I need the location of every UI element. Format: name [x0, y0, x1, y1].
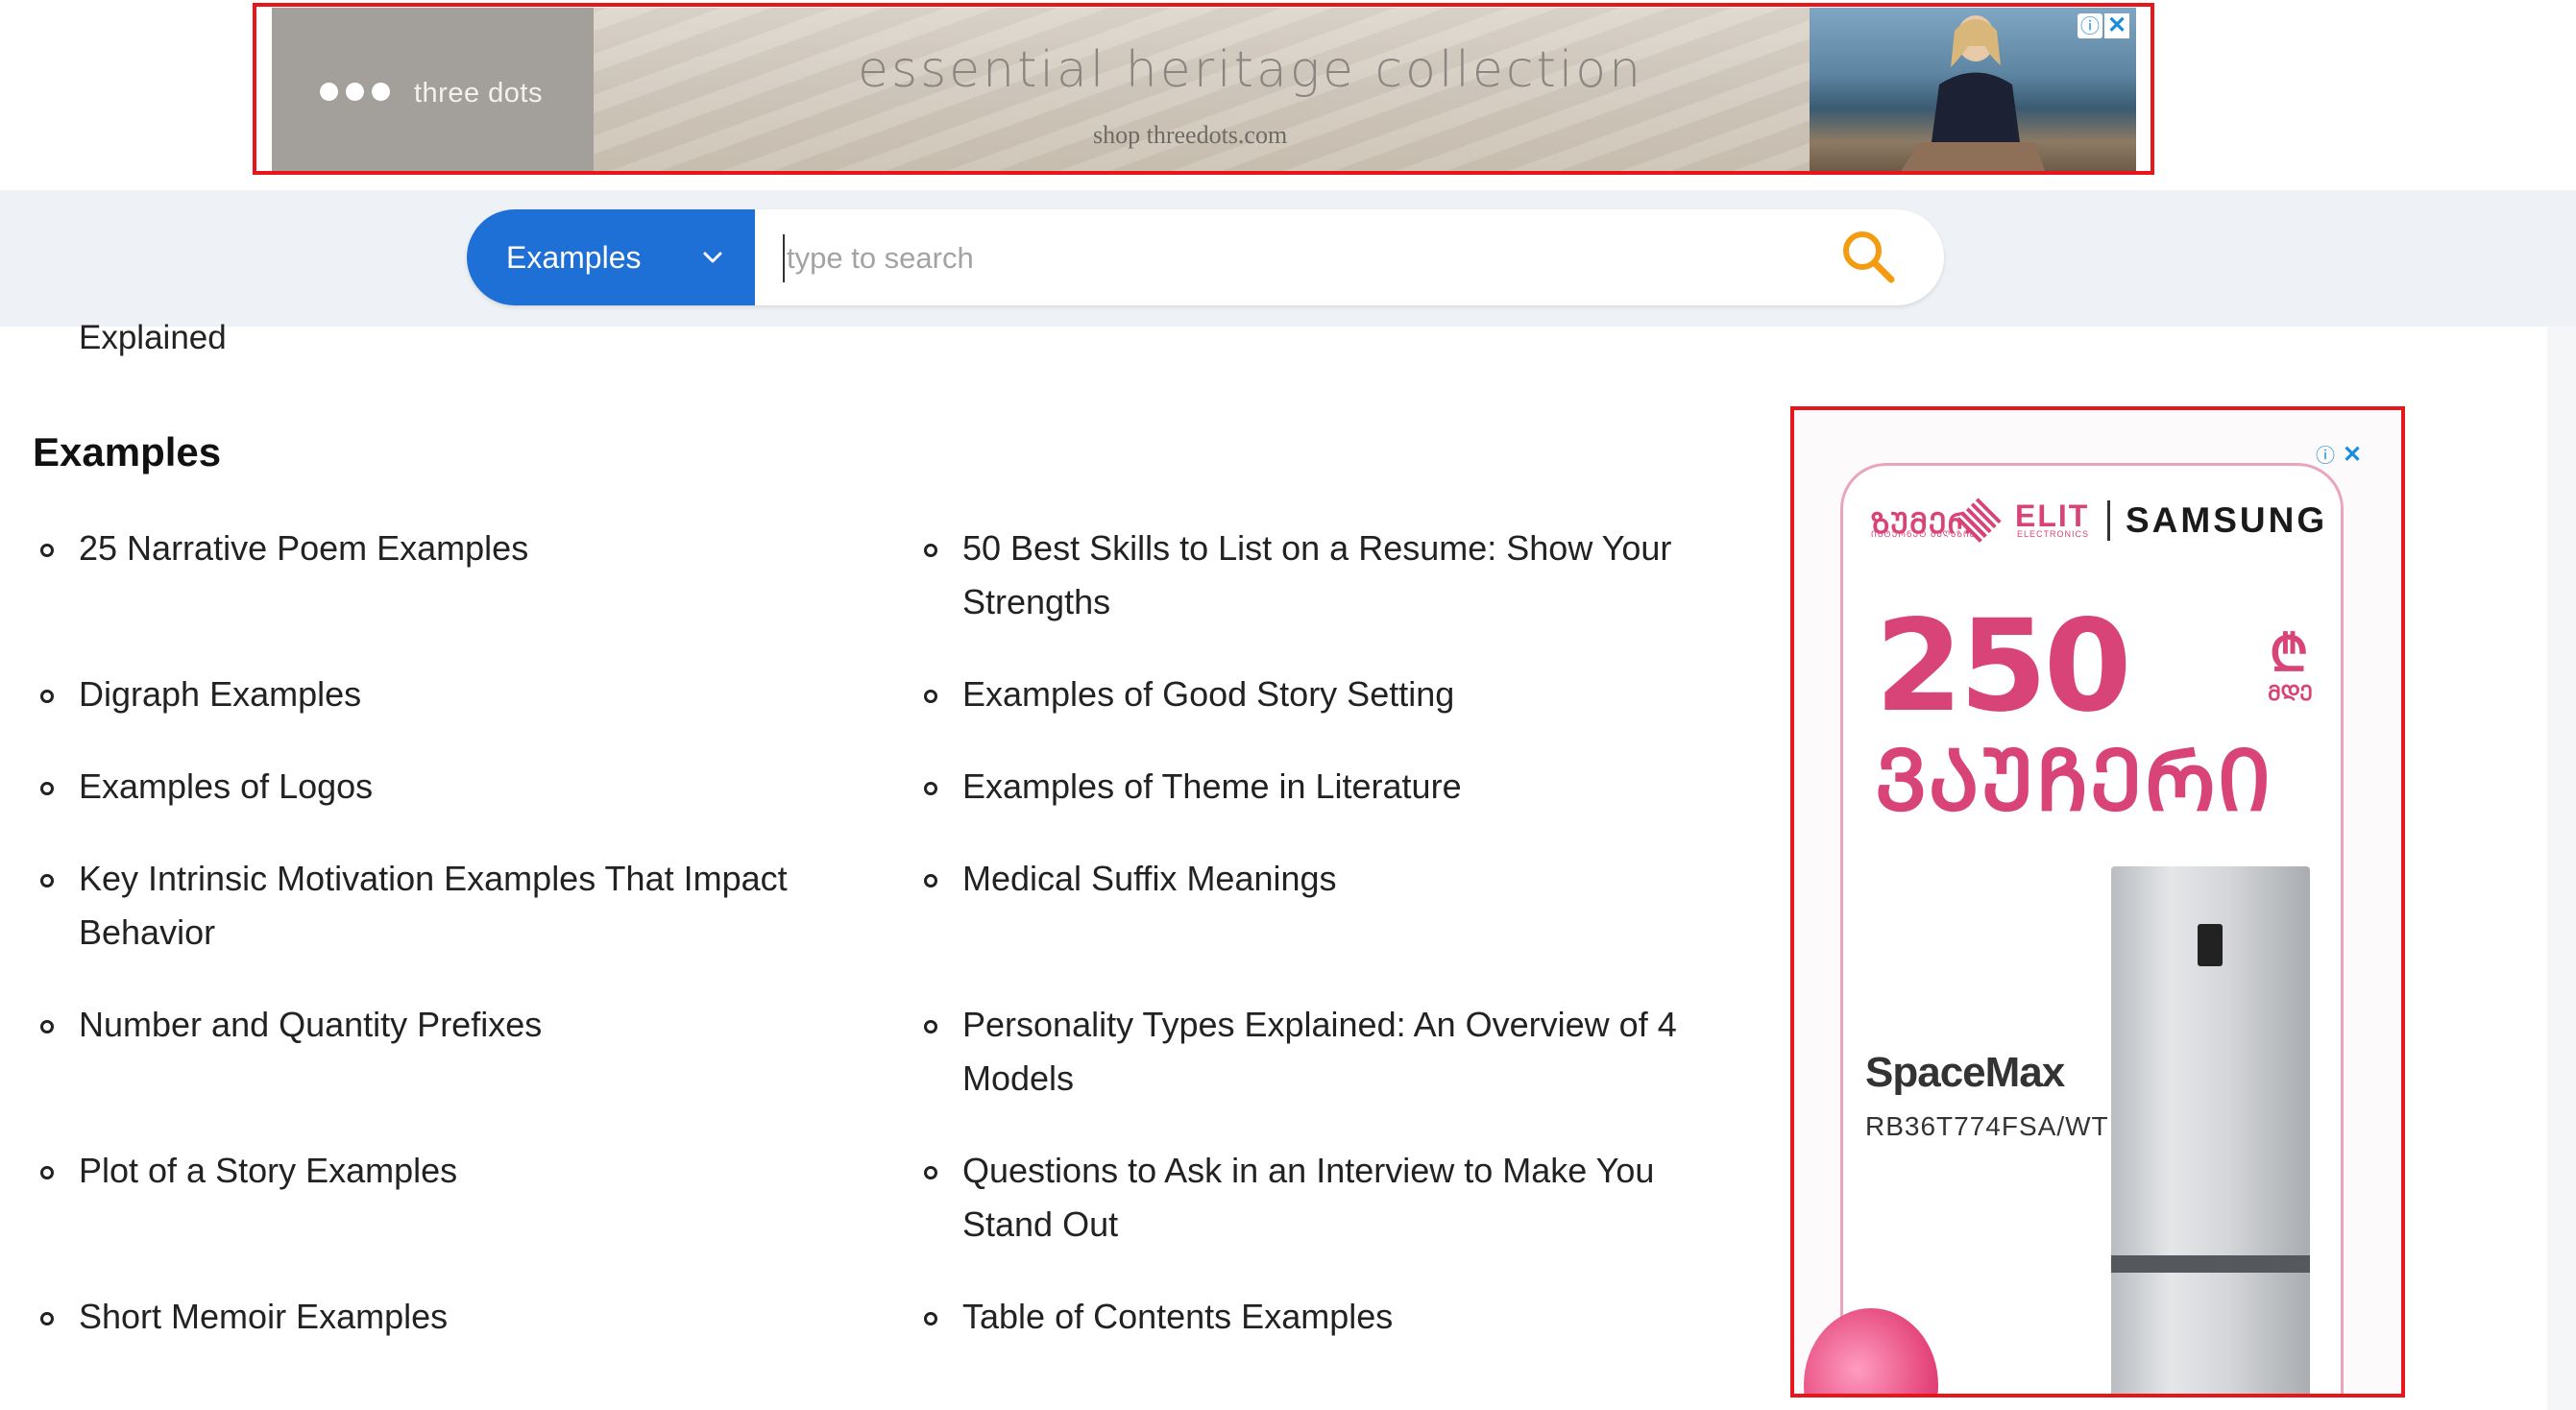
list-item-link[interactable]: Digraph Examples — [79, 668, 361, 721]
bullet-icon — [40, 874, 54, 887]
list-item[interactable]: Examples of Logos — [40, 760, 866, 814]
search-icon[interactable] — [1839, 228, 1897, 285]
section-title: Examples — [33, 429, 222, 474]
bullet-icon — [924, 874, 937, 887]
sidebar-ad-highlight-frame — [1790, 406, 2405, 1398]
search-category-dropdown[interactable]: Examples — [467, 209, 755, 305]
bullet-icon — [40, 1166, 54, 1179]
bullet-icon — [924, 1020, 937, 1033]
list-item[interactable]: 50 Best Skills to List on a Resume: Show… — [924, 522, 1712, 629]
list-item[interactable]: Questions to Ask in an Interview to Make… — [924, 1144, 1712, 1252]
list-item-link[interactable]: Examples of Good Story Setting — [962, 668, 1454, 721]
bullet-icon — [924, 544, 937, 557]
list-item-link[interactable]: Key Intrinsic Motivation Examples That I… — [79, 852, 847, 960]
bullet-icon — [40, 690, 54, 703]
bullet-icon — [924, 1166, 937, 1179]
list-item[interactable]: Medical Suffix Meanings — [924, 852, 1712, 906]
list-item-link[interactable]: Table of Contents Examples — [962, 1290, 1393, 1344]
list-item[interactable]: Plot of a Story Examples — [40, 1144, 866, 1198]
list-item-link[interactable]: Personality Types Explained: An Overview… — [962, 998, 1712, 1106]
bullet-icon — [40, 782, 54, 795]
list-item[interactable]: Examples of Good Story Setting — [924, 668, 1712, 721]
list-item[interactable]: 25 Narrative Poem Examples — [40, 522, 866, 575]
bullet-icon — [40, 1312, 54, 1325]
list-item-link[interactable]: 25 Narrative Poem Examples — [79, 522, 528, 575]
bullet-icon — [924, 1312, 937, 1325]
list-item[interactable]: Personality Types Explained: An Overview… — [924, 998, 1712, 1106]
search-input[interactable] — [783, 234, 1801, 282]
bullet-icon — [40, 1020, 54, 1033]
bullet-icon — [40, 544, 54, 557]
list-item-link[interactable]: Questions to Ask in an Interview to Make… — [962, 1144, 1712, 1252]
list-item[interactable]: Digraph Examples — [40, 668, 866, 721]
top-ad-highlight-frame — [253, 3, 2154, 175]
list-item[interactable]: Table of Contents Examples — [924, 1290, 1712, 1344]
list-item-link[interactable]: Examples of Logos — [79, 760, 373, 814]
list-item[interactable]: Key Intrinsic Motivation Examples That I… — [40, 852, 847, 960]
list-item[interactable]: Short Memoir Examples — [40, 1290, 866, 1344]
list-item-link[interactable]: Number and Quantity Prefixes — [79, 998, 542, 1052]
list-item-link[interactable]: 50 Best Skills to List on a Resume: Show… — [962, 522, 1712, 629]
previous-item-text[interactable]: Explained — [79, 319, 227, 357]
list-item[interactable]: Examples of Theme in Literature — [924, 760, 1712, 814]
bullet-icon — [924, 690, 937, 703]
page-gutter — [2547, 327, 2576, 1410]
list-item-link[interactable]: Short Memoir Examples — [79, 1290, 448, 1344]
list-item-link[interactable]: Medical Suffix Meanings — [962, 852, 1337, 906]
chevron-down-icon — [703, 252, 722, 263]
list-item-link[interactable]: Examples of Theme in Literature — [962, 760, 1462, 814]
list-item[interactable]: Number and Quantity Prefixes — [40, 998, 866, 1052]
search-category-label: Examples — [506, 239, 642, 275]
bullet-icon — [924, 782, 937, 795]
list-item-link[interactable]: Plot of a Story Examples — [79, 1144, 457, 1198]
